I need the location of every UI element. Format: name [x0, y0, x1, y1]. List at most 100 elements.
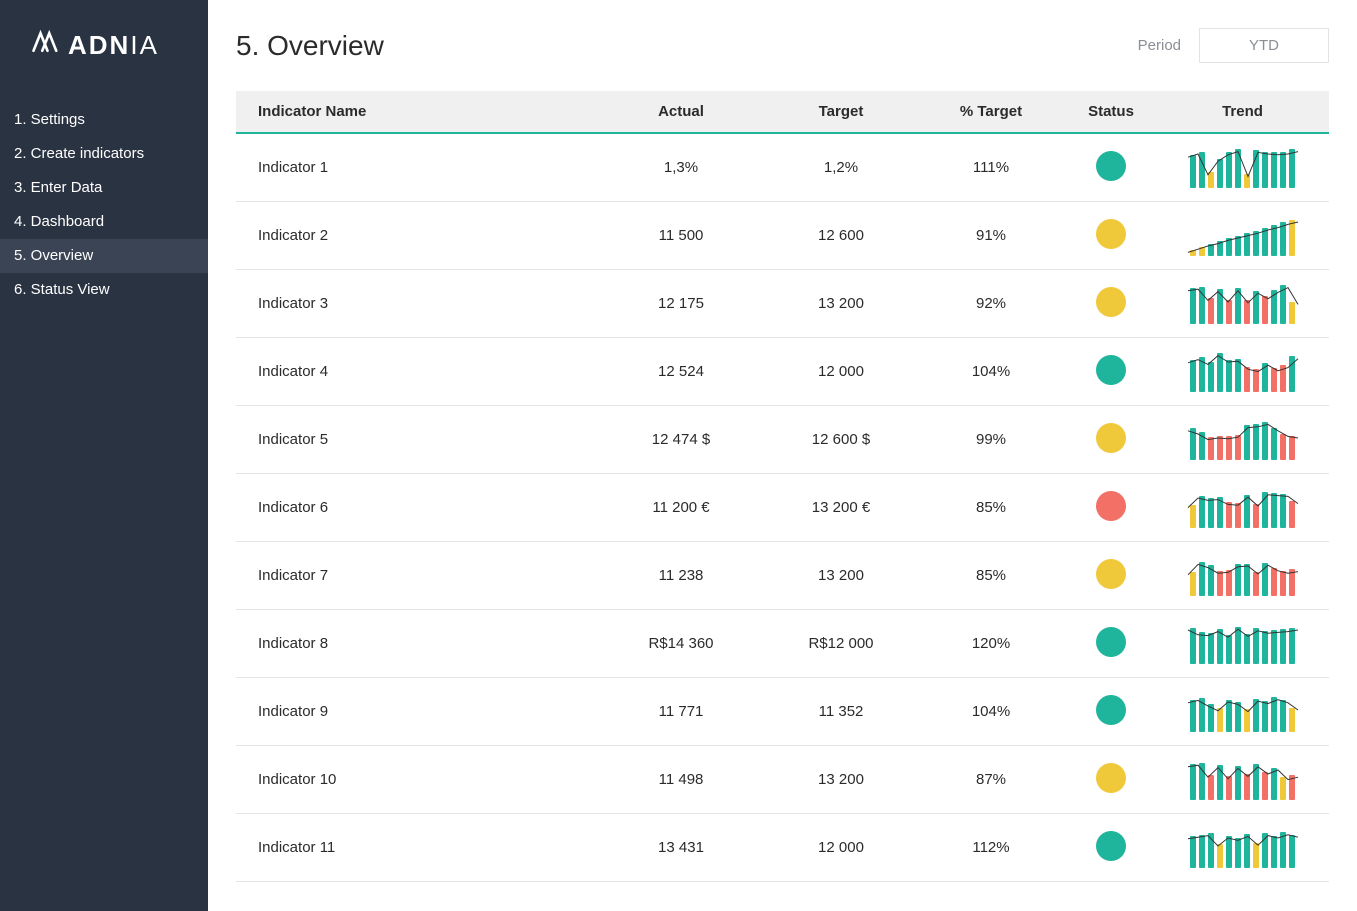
spark-bar — [1262, 363, 1268, 392]
spark-bar — [1280, 777, 1286, 799]
cell-pct: 111% — [916, 147, 1066, 188]
cell-trend — [1156, 340, 1329, 404]
status-indicator-yellow — [1096, 763, 1126, 793]
spark-bar — [1271, 768, 1277, 800]
spark-bar — [1226, 300, 1232, 324]
spark-bar — [1280, 152, 1286, 188]
cell-pct: 91% — [916, 215, 1066, 256]
spark-bar — [1262, 563, 1268, 596]
spark-bar — [1208, 437, 1214, 459]
spark-bar — [1190, 628, 1196, 664]
table-row: Indicator 11,3%1,2%111% — [236, 134, 1329, 202]
status-indicator-yellow — [1096, 287, 1126, 317]
spark-bar — [1199, 152, 1205, 188]
sidebar-item-4[interactable]: 5. Overview — [0, 239, 208, 273]
spark-bar — [1289, 302, 1295, 324]
spark-bar — [1199, 562, 1205, 596]
spark-bar — [1226, 436, 1232, 459]
cell-actual: 12 175 — [596, 283, 766, 324]
sidebar-item-0[interactable]: 1. Settings — [0, 103, 208, 137]
cell-trend — [1156, 816, 1329, 880]
cell-actual: 11 498 — [596, 759, 766, 800]
spark-bar — [1190, 572, 1196, 595]
trend-sparkline — [1183, 216, 1303, 256]
spark-bar — [1244, 425, 1250, 459]
spark-bar — [1253, 628, 1259, 663]
cell-actual: 12 524 — [596, 351, 766, 392]
spark-bar — [1235, 503, 1241, 528]
spark-bar — [1217, 159, 1223, 188]
spark-bar — [1226, 238, 1232, 256]
cell-actual: R$14 360 — [596, 623, 766, 664]
spark-bar — [1262, 833, 1268, 867]
spark-bar — [1190, 505, 1196, 527]
trend-sparkline — [1183, 420, 1303, 460]
sidebar: ADNIA 1. Settings2. Create indicators3. … — [0, 0, 208, 911]
spark-bar — [1262, 631, 1268, 664]
spark-bar — [1262, 152, 1268, 188]
spark-bar — [1235, 564, 1241, 595]
spark-bar — [1208, 775, 1214, 800]
cell-status — [1066, 683, 1156, 741]
cell-trend — [1156, 408, 1329, 472]
cell-status — [1066, 139, 1156, 197]
spark-bar — [1226, 360, 1232, 392]
spark-bar — [1262, 492, 1268, 527]
cell-pct: 92% — [916, 283, 1066, 324]
period-label: Period — [1138, 37, 1181, 54]
spark-bar — [1244, 233, 1250, 255]
trend-sparkline — [1183, 760, 1303, 800]
logo-icon — [30, 28, 58, 63]
spark-bar — [1244, 834, 1250, 868]
spark-bar — [1217, 497, 1223, 527]
table-header: Indicator Name Actual Target % Target St… — [236, 91, 1329, 134]
cell-pct: 85% — [916, 555, 1066, 596]
spark-bar — [1235, 838, 1241, 868]
spark-bar — [1199, 432, 1205, 460]
cell-status — [1066, 343, 1156, 401]
spark-bar — [1253, 843, 1259, 868]
spark-bar — [1190, 764, 1196, 799]
sidebar-item-3[interactable]: 4. Dashboard — [0, 205, 208, 239]
spark-bar — [1253, 699, 1259, 732]
table-row: Indicator 611 200 €13 200 €85% — [236, 474, 1329, 542]
spark-bar — [1226, 152, 1232, 187]
sidebar-item-2[interactable]: 3. Enter Data — [0, 171, 208, 205]
status-indicator-yellow — [1096, 423, 1126, 453]
trend-sparkline — [1183, 148, 1303, 188]
table-row: Indicator 1113 43112 000112% — [236, 814, 1329, 882]
cell-target: 12 000 — [766, 827, 916, 868]
spark-bar — [1217, 844, 1223, 868]
status-indicator-yellow — [1096, 219, 1126, 249]
cell-actual: 11 500 — [596, 215, 766, 256]
spark-bar — [1289, 628, 1295, 664]
spark-bar — [1190, 250, 1196, 256]
cell-pct: 112% — [916, 827, 1066, 868]
col-header-name: Indicator Name — [236, 91, 596, 132]
cell-status — [1066, 819, 1156, 877]
sidebar-item-1[interactable]: 2. Create indicators — [0, 137, 208, 171]
sidebar-item-5[interactable]: 6. Status View — [0, 273, 208, 307]
cell-target: 1,2% — [766, 147, 916, 188]
spark-bar — [1253, 291, 1259, 324]
cell-name: Indicator 4 — [236, 351, 596, 392]
spark-bar — [1289, 569, 1295, 595]
cell-trend — [1156, 612, 1329, 676]
spark-bar — [1280, 700, 1286, 731]
spark-bar — [1190, 155, 1196, 188]
spark-bar — [1217, 436, 1223, 460]
cell-status — [1066, 411, 1156, 469]
spark-bar — [1280, 494, 1286, 528]
page-title: 5. Overview — [236, 30, 384, 62]
cell-name: Indicator 9 — [236, 691, 596, 732]
trend-sparkline — [1183, 352, 1303, 392]
spark-bar — [1244, 634, 1250, 664]
cell-actual: 13 431 — [596, 827, 766, 868]
spark-bar — [1289, 775, 1295, 800]
spark-bar — [1217, 241, 1223, 255]
period-select[interactable]: YTD — [1199, 28, 1329, 63]
table-body: Indicator 11,3%1,2%111%Indicator 211 500… — [236, 134, 1329, 882]
spark-bar — [1226, 635, 1232, 664]
cell-target: 13 200 — [766, 283, 916, 324]
cell-target: R$12 000 — [766, 623, 916, 664]
